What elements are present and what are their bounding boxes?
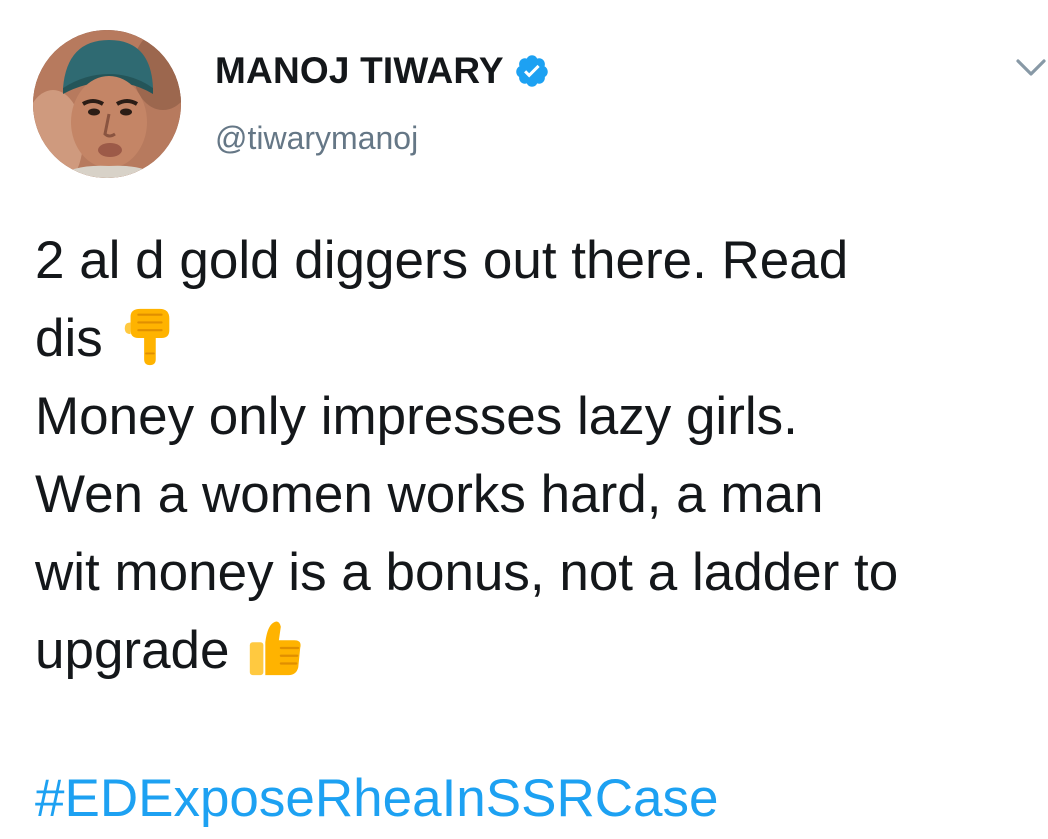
backhand-index-pointing-down-icon xyxy=(124,308,170,366)
author-display-name[interactable]: MANOJ TIWARY xyxy=(215,50,504,92)
chevron-down-icon[interactable] xyxy=(1013,52,1048,82)
avatar[interactable] xyxy=(33,30,181,178)
tweet-line: upgrade xyxy=(35,621,230,680)
hashtag-link[interactable]: #EDExposeRheaInSSRCase xyxy=(35,760,719,838)
tweet-line: Wen a women works hard, a man xyxy=(35,465,824,524)
tweet-text: 2 al d gold diggers out there. Read dis … xyxy=(35,222,1035,690)
tweet-line: 2 al d gold diggers out there. Read xyxy=(35,231,849,290)
verified-badge-icon xyxy=(516,55,548,87)
tweet-line: Money only impresses lazy girls. xyxy=(35,387,798,446)
thumbs-up-icon xyxy=(249,621,301,676)
avatar-photo-icon xyxy=(33,30,181,178)
tweet-card: MANOJ TIWARY @tiwarymanoj 2 al d gold di… xyxy=(0,0,1048,839)
tweet-line: dis xyxy=(35,309,103,368)
tweet-line: wit money is a bonus, not a ladder to xyxy=(35,543,899,602)
author-name-row[interactable]: MANOJ TIWARY xyxy=(215,48,550,94)
author-handle[interactable]: @tiwarymanoj xyxy=(215,120,418,157)
